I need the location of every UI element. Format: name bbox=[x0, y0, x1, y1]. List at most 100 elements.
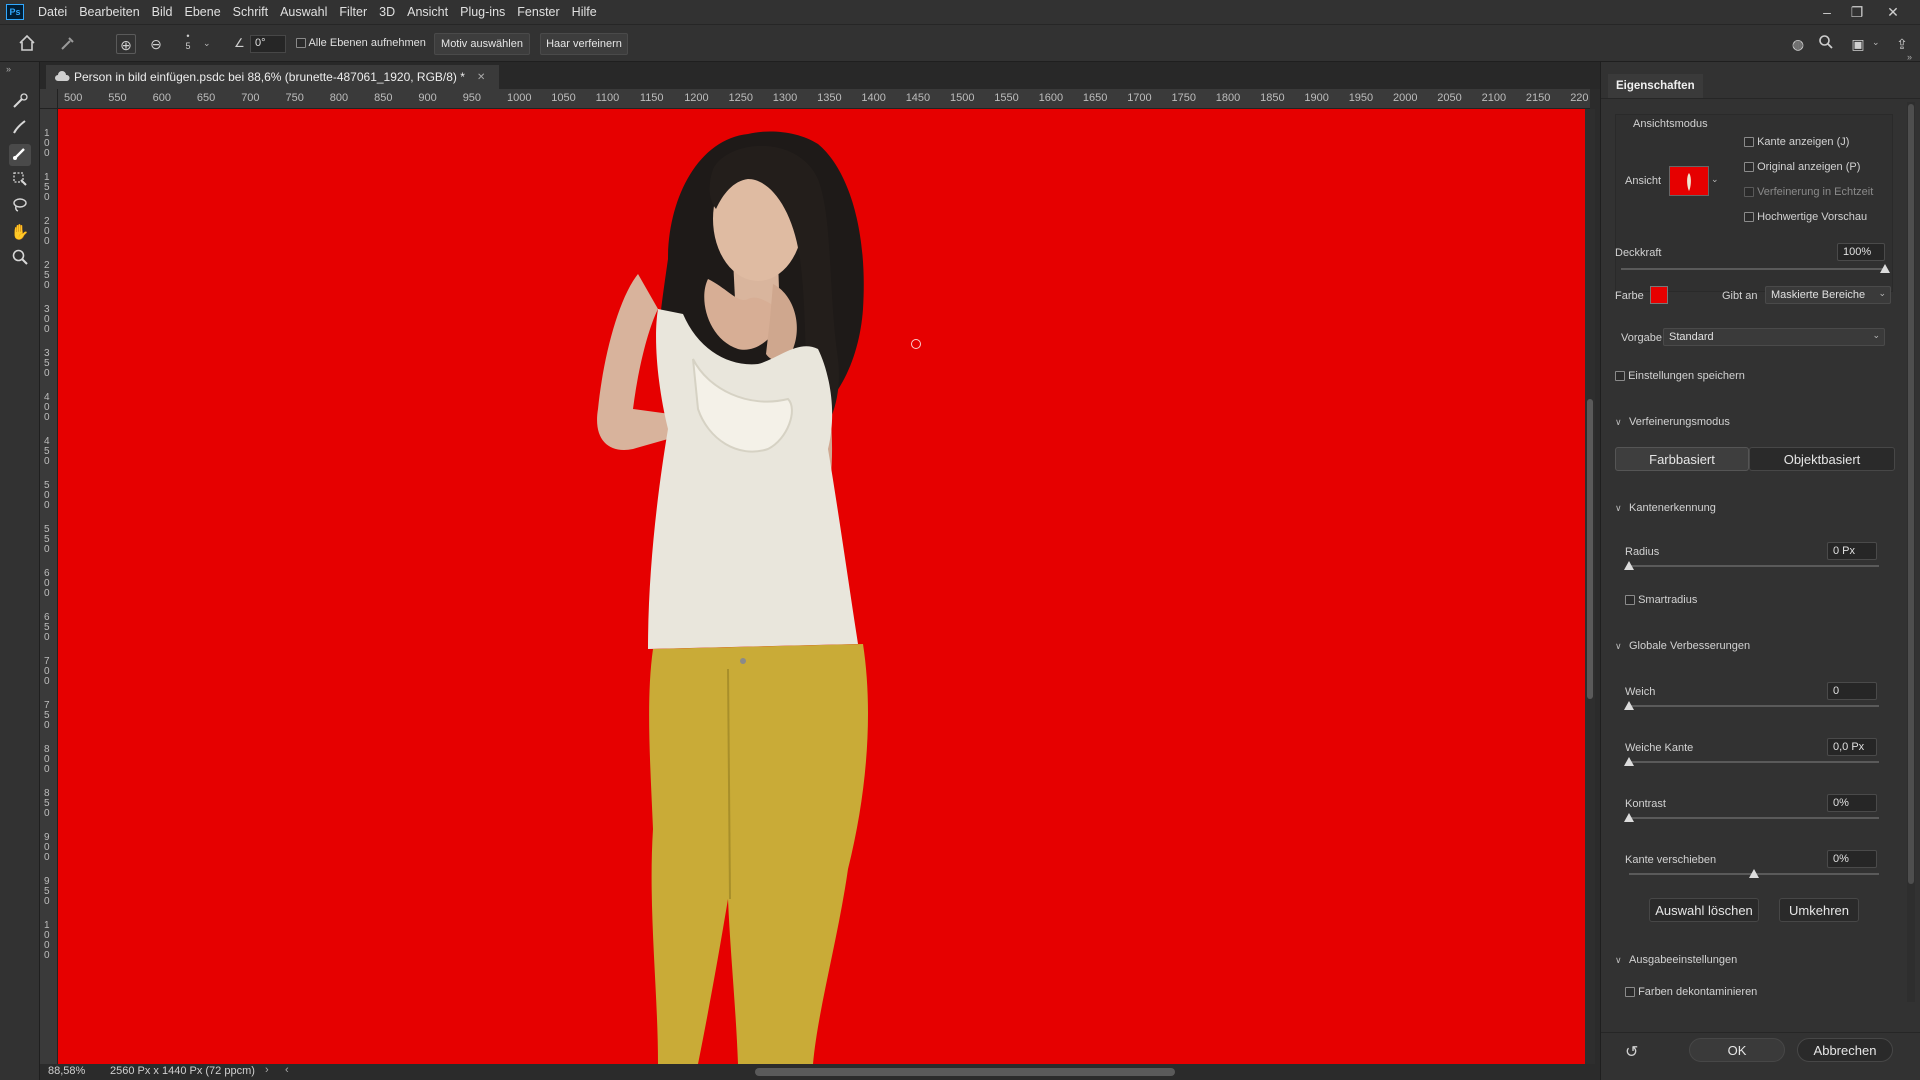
opacity-input[interactable]: 100% bbox=[1837, 243, 1885, 261]
menu-datei[interactable]: Datei bbox=[32, 5, 73, 19]
menu-fenster[interactable]: Fenster bbox=[511, 5, 565, 19]
output-settings-section[interactable]: ∨ Ausgabeeinstellungen bbox=[1615, 954, 1737, 966]
scroll-thumb[interactable] bbox=[1587, 399, 1593, 699]
radius-slider-thumb[interactable] bbox=[1624, 561, 1634, 570]
refine-hair-button[interactable]: Haar verfeinern bbox=[540, 33, 628, 55]
feather-slider-thumb[interactable] bbox=[1624, 757, 1634, 766]
reset-icon[interactable]: ↺ bbox=[1625, 1042, 1638, 1062]
ruler-tick-label: 700 bbox=[241, 92, 260, 104]
object-based-button[interactable]: Objektbasiert bbox=[1749, 447, 1895, 471]
opacity-slider-thumb[interactable] bbox=[1880, 264, 1890, 273]
restore-icon[interactable]: ❐ bbox=[1846, 2, 1868, 22]
preset-select[interactable]: Standard ⌄ bbox=[1663, 328, 1885, 346]
smart-radius-option[interactable]: Smartradius bbox=[1625, 594, 1697, 606]
panel-scroll-thumb[interactable] bbox=[1908, 104, 1914, 884]
ok-button[interactable]: OK bbox=[1689, 1038, 1785, 1062]
brush-tool-icon[interactable] bbox=[9, 144, 31, 166]
tab-properties[interactable]: Eigenschaften bbox=[1608, 74, 1703, 98]
scroll-left-icon[interactable]: ‹ bbox=[285, 1064, 289, 1076]
menu-3d[interactable]: 3D bbox=[373, 5, 401, 19]
zoom-level[interactable]: 88,58% bbox=[48, 1065, 85, 1077]
home-icon[interactable] bbox=[17, 34, 37, 54]
ruler-tick-label: 900 bbox=[44, 832, 50, 863]
status-arrow-icon[interactable]: › bbox=[265, 1064, 269, 1076]
menu-ebene[interactable]: Ebene bbox=[179, 5, 227, 19]
decontaminate-option[interactable]: Farben dekontaminieren bbox=[1625, 986, 1757, 998]
tools-panel: » ✋ bbox=[0, 62, 40, 1080]
menu-bild[interactable]: Bild bbox=[146, 5, 179, 19]
shift-edge-slider-thumb[interactable] bbox=[1749, 869, 1759, 878]
workspace-chevron-icon[interactable]: ⌄ bbox=[1872, 37, 1880, 48]
search-icon[interactable] bbox=[1816, 34, 1836, 54]
angle-input[interactable]: 0° bbox=[250, 35, 286, 53]
menu-bearbeiten[interactable]: Bearbeiten bbox=[73, 5, 145, 19]
sample-all-layers-checkbox[interactable]: Alle Ebenen aufnehmen bbox=[296, 37, 426, 49]
feather-input[interactable]: 0,0 Px bbox=[1827, 738, 1877, 756]
hand-icon[interactable]: ✋ bbox=[9, 222, 31, 244]
smooth-input[interactable]: 0 bbox=[1827, 682, 1877, 700]
shift-edge-input[interactable]: 0% bbox=[1827, 850, 1877, 868]
ruler-tick-label: 400 bbox=[44, 392, 50, 423]
ruler-tick-label: 100 bbox=[44, 128, 50, 159]
global-refinements-section[interactable]: ∨ Globale Verbesserungen bbox=[1615, 640, 1750, 652]
zoom-icon[interactable] bbox=[9, 248, 31, 270]
feather-slider-track[interactable] bbox=[1629, 761, 1879, 763]
share-icon[interactable]: ⇪ bbox=[1892, 34, 1912, 54]
menu-hilfe[interactable]: Hilfe bbox=[566, 5, 603, 19]
close-tab-icon[interactable]: ✕ bbox=[477, 72, 485, 83]
contrast-slider-track[interactable] bbox=[1629, 817, 1879, 819]
hq-preview-option[interactable]: Hochwertige Vorschau bbox=[1744, 211, 1867, 223]
save-settings-option[interactable]: Einstellungen speichern bbox=[1615, 370, 1745, 382]
close-icon[interactable]: ✕ bbox=[1882, 2, 1904, 22]
menu-ansicht[interactable]: Ansicht bbox=[401, 5, 454, 19]
cancel-button[interactable]: Abbrechen bbox=[1797, 1038, 1893, 1062]
quick-selection-icon[interactable] bbox=[9, 92, 31, 114]
document-tab[interactable]: Person in bild einfügen.psdc bei 88,6% (… bbox=[46, 65, 500, 89]
lasso-icon[interactable] bbox=[9, 196, 31, 218]
contrast-input[interactable]: 0% bbox=[1827, 794, 1877, 812]
refine-mode-section[interactable]: ∨ Verfeinerungsmodus bbox=[1615, 416, 1730, 428]
object-selection-icon[interactable] bbox=[9, 170, 31, 192]
minimize-icon[interactable]: – bbox=[1816, 2, 1838, 22]
view-thumbnail[interactable] bbox=[1669, 166, 1709, 196]
quick-selection-tool-icon[interactable] bbox=[58, 34, 78, 54]
ruler-tick-label: 1850 bbox=[1260, 92, 1285, 104]
color-based-button[interactable]: Farbbasiert bbox=[1615, 447, 1749, 471]
smooth-slider-thumb[interactable] bbox=[1624, 701, 1634, 710]
clear-selection-button[interactable]: Auswahl löschen bbox=[1649, 898, 1759, 922]
menu-auswahl[interactable]: Auswahl bbox=[274, 5, 333, 19]
menu-plugins[interactable]: Plug-ins bbox=[454, 5, 511, 19]
select-subject-button[interactable]: Motiv auswählen bbox=[434, 33, 530, 55]
ruler-corner bbox=[40, 89, 58, 109]
chevron-down-icon[interactable]: ⌄ bbox=[203, 38, 211, 49]
collapse-icon[interactable]: » bbox=[6, 64, 11, 74]
show-original-option[interactable]: Original anzeigen (P) bbox=[1744, 161, 1860, 173]
subtract-from-selection-icon[interactable]: ⊖ bbox=[146, 34, 166, 54]
realtime-refine-label: Verfeinerung in Echtzeit bbox=[1757, 186, 1874, 198]
refine-edge-brush-icon[interactable] bbox=[9, 118, 31, 140]
menu-schrift[interactable]: Schrift bbox=[227, 5, 274, 19]
edge-detection-section[interactable]: ∨ Kantenerkennung bbox=[1615, 502, 1716, 514]
indicates-select[interactable]: Maskierte Bereiche ⌄ bbox=[1765, 286, 1891, 304]
view-dropdown-icon[interactable]: ⌄ bbox=[1711, 174, 1719, 185]
divider bbox=[1601, 1032, 1920, 1033]
panel-collapse-icon[interactable]: » bbox=[1907, 52, 1912, 62]
brush-size-preview[interactable]: • 5 bbox=[182, 31, 194, 51]
overlay-color-swatch[interactable] bbox=[1650, 286, 1668, 304]
smooth-slider-track[interactable] bbox=[1629, 705, 1879, 707]
menu-filter[interactable]: Filter bbox=[333, 5, 373, 19]
show-edge-option[interactable]: Kante anzeigen (J) bbox=[1744, 136, 1849, 148]
contrast-slider-thumb[interactable] bbox=[1624, 813, 1634, 822]
panel-scrollbar[interactable] bbox=[1907, 102, 1915, 1002]
radius-slider-track[interactable] bbox=[1629, 565, 1879, 567]
opacity-slider-track[interactable] bbox=[1621, 268, 1885, 270]
learn-icon[interactable]: ◍ bbox=[1788, 34, 1808, 54]
canvas[interactable] bbox=[58, 109, 1585, 1064]
radius-input[interactable]: 0 Px bbox=[1827, 542, 1877, 560]
ruler-tick-label: 1600 bbox=[1038, 92, 1064, 104]
invert-button[interactable]: Umkehren bbox=[1779, 898, 1859, 922]
workspace-icon[interactable]: ▣ bbox=[1848, 34, 1868, 54]
vertical-scrollbar[interactable] bbox=[1585, 109, 1595, 1064]
horizontal-scroll-thumb[interactable] bbox=[755, 1068, 1175, 1076]
add-to-selection-icon[interactable]: ⊕ bbox=[116, 34, 136, 54]
